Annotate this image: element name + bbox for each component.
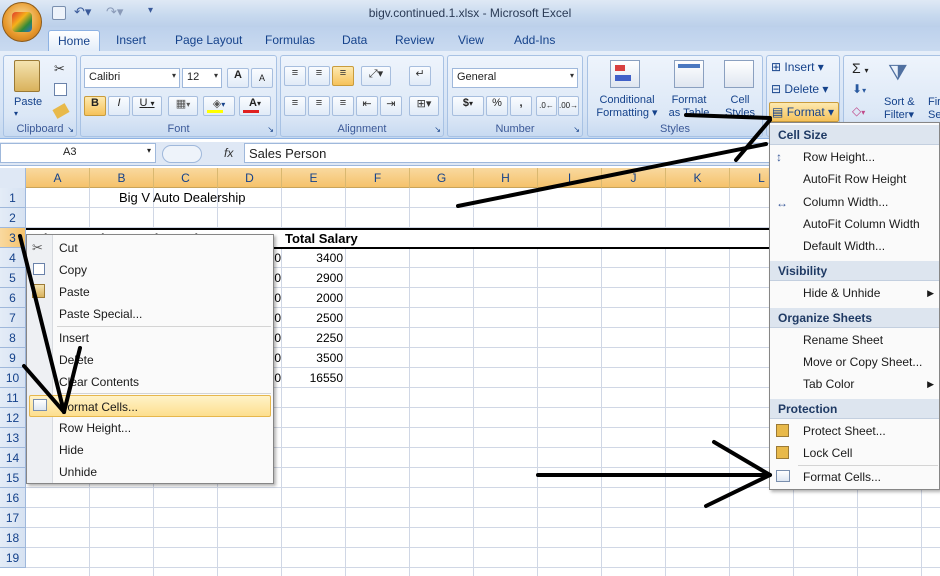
arrow-line-context-3 [62, 346, 82, 414]
arrow-line-ribbon [684, 113, 772, 120]
arrow-head-format-1 [734, 118, 772, 162]
arrow-head-fc-2 [704, 473, 772, 508]
arrow-head-fc-1 [712, 440, 772, 477]
annotation-arrows [18, 113, 772, 508]
arrow-line-to-format [456, 142, 768, 208]
office-logo-icon [12, 12, 32, 32]
office-button[interactable] [2, 2, 42, 42]
